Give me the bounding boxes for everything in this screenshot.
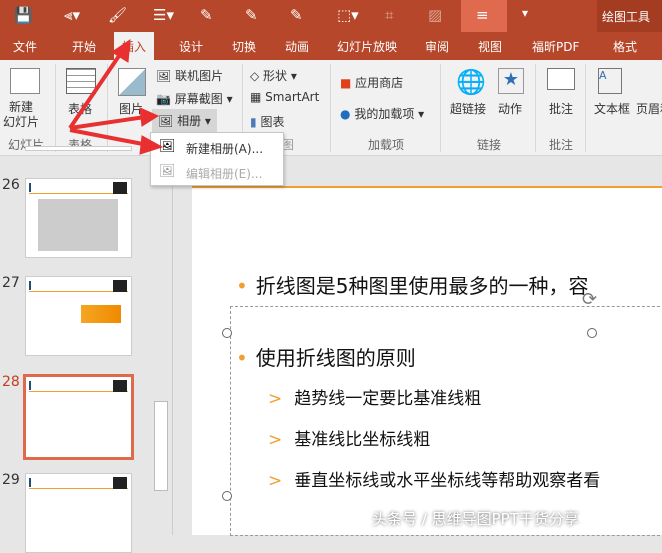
text: 使用折线图的原则 — [255, 346, 416, 370]
slide-thumbnail-27[interactable] — [25, 276, 132, 356]
resize-handle[interactable] — [587, 328, 597, 338]
slide-canvas[interactable]: • 折线图是5种图里使用最多的一种，容 ⟳ • 使用折线图的原则 > 趋势线一定要比基… — [192, 186, 662, 536]
divider — [172, 156, 173, 535]
text: 折线图是5种图里使用最多的一种，容 — [255, 274, 589, 298]
bullet-1[interactable]: • 折线图是5种图里使用最多的一种，容 — [236, 270, 589, 299]
slide-number: 29 — [2, 472, 20, 488]
arrow-to-insert-tab — [68, 48, 125, 130]
sub-bullet[interactable]: > 垂直坐标线或水平坐标线等帮助观察者看 — [268, 466, 600, 491]
sub-bullet[interactable]: > 基准线比坐标线粗 — [268, 425, 430, 450]
arrowhead — [139, 135, 164, 155]
scrollbar-thumb[interactable] — [154, 401, 168, 491]
bullet-2[interactable]: • 使用折线图的原则 — [236, 342, 416, 371]
watermark: 头条号 / 思维导图PPT干货分享 — [372, 510, 579, 528]
slide-number: 28 — [2, 374, 20, 390]
resize-handle[interactable] — [222, 491, 232, 501]
rotate-handle-icon[interactable]: ⟳ — [582, 289, 597, 310]
text-placeholder[interactable] — [230, 306, 662, 536]
text: 趋势线一定要比基准线粗 — [294, 389, 482, 409]
text: 基准线比坐标线粗 — [294, 430, 431, 450]
sub-bullet[interactable]: > 趋势线一定要比基准线粗 — [268, 384, 481, 409]
slide-number: 27 — [2, 275, 20, 291]
slide-thumbnail-panel: 26 27 28 29 — [0, 146, 152, 553]
arrow-to-new-album — [69, 128, 149, 147]
text: 垂直坐标线或水平坐标线等帮助观察者看 — [294, 471, 601, 491]
slide-thumbnail-28-selected[interactable] — [23, 374, 134, 460]
arrowhead — [139, 107, 160, 127]
slide-thumbnail-29[interactable] — [25, 473, 132, 553]
resize-handle[interactable] — [222, 328, 232, 338]
thumbnail-scrollbar[interactable] — [153, 156, 171, 535]
annotation-arrows — [68, 39, 164, 155]
arrow-to-album — [69, 115, 146, 130]
